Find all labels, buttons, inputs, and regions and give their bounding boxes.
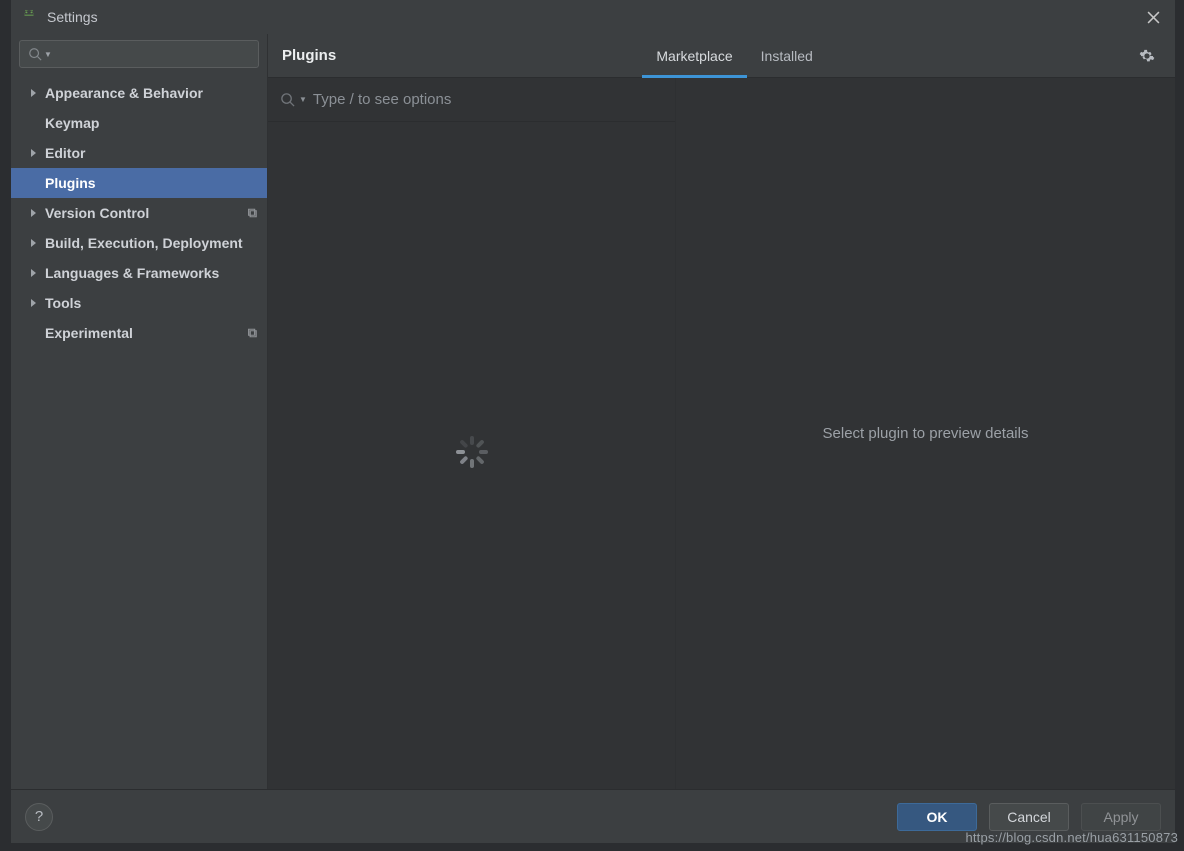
button-label: Apply xyxy=(1103,809,1138,825)
chevron-down-icon: ▼ xyxy=(299,95,307,104)
dialog-footer: ? OK Cancel Apply xyxy=(11,789,1175,843)
sidebar-item-label: Version Control xyxy=(45,205,149,221)
plugin-list-column: ▼ xyxy=(268,78,676,789)
cancel-button[interactable]: Cancel xyxy=(989,803,1069,831)
page-title: Plugins xyxy=(282,47,336,64)
sidebar-item-label: Tools xyxy=(45,295,81,311)
sidebar-item-appearance[interactable]: Appearance & Behavior xyxy=(11,78,267,108)
close-icon[interactable] xyxy=(1139,3,1167,31)
android-icon xyxy=(19,7,39,27)
gear-icon[interactable] xyxy=(1133,42,1161,70)
plugin-search: ▼ xyxy=(268,78,675,122)
sidebar-item-editor[interactable]: Editor xyxy=(11,138,267,168)
help-icon: ? xyxy=(35,808,43,825)
search-icon xyxy=(28,47,42,61)
tab-installed[interactable]: Installed xyxy=(747,34,827,77)
sidebar-item-experimental[interactable]: Experimental ⧉ xyxy=(11,318,267,348)
profile-badge-icon: ⧉ xyxy=(248,325,257,341)
dialog-body: ▼ Appearance & Behavior Keymap Editor Pl… xyxy=(11,34,1175,789)
plugin-list xyxy=(268,122,675,789)
sidebar-item-label: Keymap xyxy=(45,115,99,131)
loading-spinner-icon xyxy=(456,436,488,468)
chevron-down-icon: ▼ xyxy=(44,50,52,59)
titlebar: Settings xyxy=(11,0,1175,34)
main-header: Plugins Marketplace Installed xyxy=(268,34,1175,78)
sidebar-item-build[interactable]: Build, Execution, Deployment xyxy=(11,228,267,258)
sidebar-item-label: Editor xyxy=(45,145,85,161)
main-panel: Plugins Marketplace Installed ▼ xyxy=(268,34,1175,789)
dialog-title: Settings xyxy=(47,9,98,25)
settings-sidebar: ▼ Appearance & Behavior Keymap Editor Pl… xyxy=(11,34,268,789)
settings-dialog: Settings ▼ Appearance & Behavior Keymap … xyxy=(11,0,1175,843)
sidebar-item-keymap[interactable]: Keymap xyxy=(11,108,267,138)
apply-button[interactable]: Apply xyxy=(1081,803,1161,831)
sidebar-item-label: Plugins xyxy=(45,175,96,191)
sidebar-searchbox[interactable]: ▼ xyxy=(19,40,259,68)
button-label: Cancel xyxy=(1007,809,1051,825)
plugin-tabs: Marketplace Installed xyxy=(642,34,826,77)
sidebar-search: ▼ xyxy=(11,34,267,74)
sidebar-item-label: Experimental xyxy=(45,325,133,341)
settings-tree: Appearance & Behavior Keymap Editor Plug… xyxy=(11,74,267,348)
plugin-detail-column: Select plugin to preview details xyxy=(676,78,1175,789)
sidebar-item-languages[interactable]: Languages & Frameworks xyxy=(11,258,267,288)
tab-label: Marketplace xyxy=(656,48,732,64)
sidebar-item-tools[interactable]: Tools xyxy=(11,288,267,318)
search-icon xyxy=(280,92,295,107)
sidebar-item-label: Build, Execution, Deployment xyxy=(45,235,243,251)
plugin-search-input[interactable] xyxy=(313,91,663,108)
tab-marketplace[interactable]: Marketplace xyxy=(642,34,746,77)
tab-label: Installed xyxy=(761,48,813,64)
sidebar-item-label: Languages & Frameworks xyxy=(45,265,219,281)
ok-button[interactable]: OK xyxy=(897,803,977,831)
button-label: OK xyxy=(927,809,948,825)
sidebar-item-version-control[interactable]: Version Control ⧉ xyxy=(11,198,267,228)
detail-placeholder: Select plugin to preview details xyxy=(823,425,1029,442)
help-button[interactable]: ? xyxy=(25,803,53,831)
sidebar-item-label: Appearance & Behavior xyxy=(45,85,203,101)
sidebar-search-input[interactable] xyxy=(52,47,250,62)
main-body: ▼ Select plugin to preview details xyxy=(268,78,1175,789)
sidebar-item-plugins[interactable]: Plugins xyxy=(11,168,267,198)
profile-badge-icon: ⧉ xyxy=(248,205,257,221)
